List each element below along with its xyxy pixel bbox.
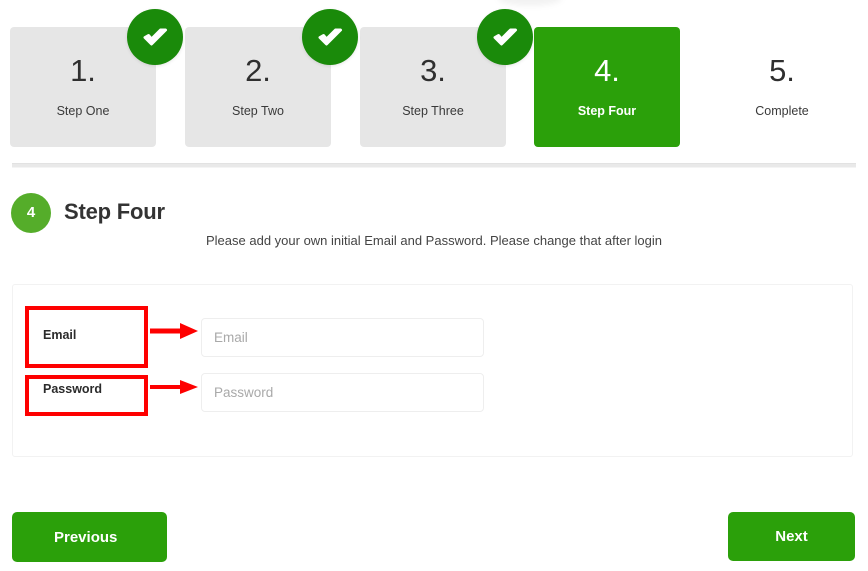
stepper-item-label: Step Three [402, 104, 464, 118]
decorative-shadow [498, 0, 562, 6]
previous-button[interactable]: Previous [12, 512, 167, 562]
annotation-box-password [25, 375, 148, 416]
stepper-item-number: 3. [420, 53, 446, 88]
password-input[interactable] [201, 373, 484, 412]
stepper-item-number: 5. [769, 53, 795, 88]
annotation-arrow-right-icon [148, 320, 204, 347]
annotation-arrow-right-icon [148, 376, 204, 403]
next-button[interactable]: Next [728, 512, 855, 561]
stepper-item-label: Complete [755, 104, 809, 118]
stepper-item-label: Step One [56, 104, 110, 118]
email-input[interactable] [201, 318, 484, 357]
annotation-box-email [25, 306, 148, 368]
stepper-item-1[interactable]: 1. Step One [10, 9, 183, 147]
page-title: Step Four [64, 199, 165, 224]
stepper-item-5[interactable]: 5. Complete [709, 27, 855, 147]
stepper-item-number: 1. [70, 53, 96, 88]
section-description: Please add your own initial Email and Pa… [206, 233, 662, 248]
check-icon [127, 9, 183, 65]
step-number-badge: 4 [11, 193, 51, 233]
stepper-item-2[interactable]: 2. Step Two [185, 9, 358, 147]
check-icon [477, 9, 533, 65]
stepper-item-label: Step Four [577, 104, 637, 118]
stepper-item-number: 4. [594, 53, 620, 88]
step-progress-bar: 1. Step One 2. Step Two 3. Step Three 4. [0, 0, 868, 160]
stepper-item-4[interactable]: 4. Step Four [534, 27, 680, 147]
wizard-page: 1. Step One 2. Step Two 3. Step Three 4. [0, 0, 868, 571]
section-divider [12, 163, 856, 168]
stepper-item-number: 2. [245, 53, 271, 88]
stepper-item-label: Step Two [232, 104, 284, 118]
check-icon [302, 9, 358, 65]
stepper-item-3[interactable]: 3. Step Three [360, 9, 533, 147]
